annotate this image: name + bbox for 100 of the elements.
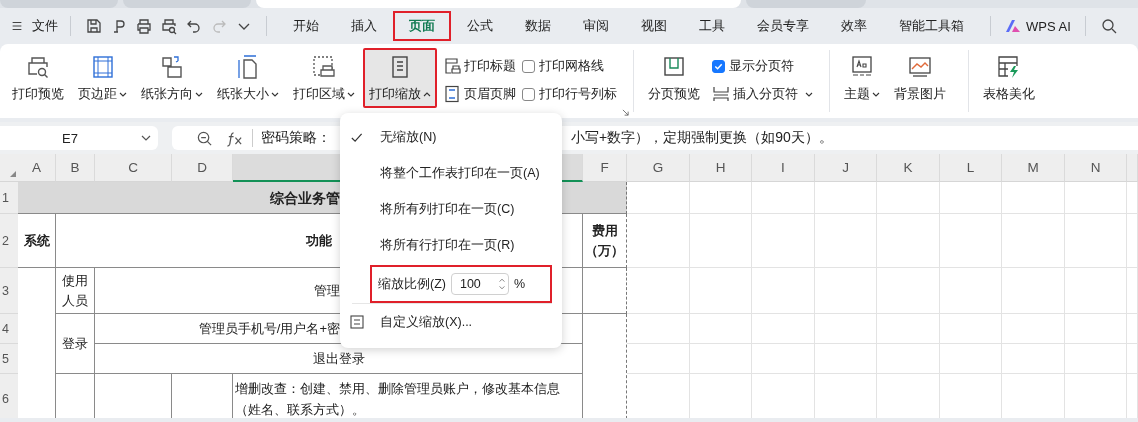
grid-cell[interactable] bbox=[1065, 182, 1127, 214]
grid-cell[interactable] bbox=[1127, 182, 1138, 214]
grid-cell[interactable] bbox=[940, 314, 1002, 344]
ribbon-tab[interactable]: 数据 bbox=[509, 11, 567, 41]
ribbon-button[interactable]: 纸张大小 bbox=[211, 48, 285, 108]
ribbon-button[interactable]: 页边距 bbox=[72, 48, 133, 108]
ribbon-tab[interactable]: 开始 bbox=[277, 11, 335, 41]
column-header[interactable]: J bbox=[815, 154, 877, 182]
ribbon-tab[interactable]: 审阅 bbox=[567, 11, 625, 41]
row-header[interactable]: 2 bbox=[0, 214, 18, 268]
grid-cell[interactable] bbox=[1002, 314, 1065, 344]
search-icon[interactable] bbox=[1099, 17, 1118, 35]
table-cell[interactable]: 增删改查：创建、禁用、删除管理员账户，修改基本信息（姓名、联系方式）。 bbox=[233, 374, 583, 418]
grid-cell[interactable] bbox=[815, 268, 877, 314]
ribbon-button[interactable]: 主题 bbox=[838, 48, 886, 108]
grid-cell[interactable] bbox=[1127, 214, 1138, 268]
grid-cell[interactable] bbox=[690, 214, 752, 268]
ribbon-tab[interactable]: 视图 bbox=[625, 11, 683, 41]
column-header[interactable]: A bbox=[18, 154, 56, 182]
grid-cell[interactable] bbox=[1002, 214, 1065, 268]
checkbox-option[interactable]: 打印行号列标 bbox=[522, 82, 617, 106]
column-header[interactable] bbox=[1127, 154, 1138, 182]
grid-cell[interactable] bbox=[877, 214, 940, 268]
ai-button[interactable]: WPS AI bbox=[1001, 18, 1075, 34]
grid-cell[interactable] bbox=[752, 314, 815, 344]
grid-cell[interactable] bbox=[815, 214, 877, 268]
ribbon-button[interactable]: 纸张方向 bbox=[135, 48, 209, 108]
print-icon[interactable] bbox=[134, 17, 153, 35]
name-box[interactable]: E7 bbox=[0, 126, 158, 150]
grid-cell[interactable] bbox=[690, 268, 752, 314]
column-header[interactable]: M bbox=[1002, 154, 1065, 182]
document-tab[interactable] bbox=[0, 0, 118, 8]
scale-input[interactable]: 100 bbox=[450, 273, 509, 295]
grid-cell[interactable] bbox=[690, 344, 752, 374]
grid-cell[interactable] bbox=[1002, 268, 1065, 314]
document-tab[interactable] bbox=[123, 0, 251, 8]
row-header[interactable]: 4 bbox=[0, 314, 18, 344]
document-tab[interactable] bbox=[746, 0, 866, 8]
column-header[interactable]: N bbox=[1065, 154, 1127, 182]
row-header[interactable]: 1 bbox=[0, 182, 18, 214]
grid-cell[interactable] bbox=[815, 182, 877, 214]
column-header[interactable]: L bbox=[940, 154, 1002, 182]
ribbon-tab[interactable]: 公式 bbox=[451, 11, 509, 41]
grid-cell[interactable] bbox=[940, 268, 1002, 314]
ribbon-button[interactable]: 页眉页脚 bbox=[443, 82, 516, 106]
select-all-icon[interactable] bbox=[10, 171, 16, 177]
ribbon-button[interactable]: 分页预览 bbox=[642, 48, 706, 108]
row-header[interactable]: 6 bbox=[0, 374, 18, 418]
grid-cell[interactable] bbox=[1127, 344, 1138, 374]
grid-cell[interactable] bbox=[1127, 268, 1138, 314]
menu-item[interactable]: 将所有行打印在一页(R) bbox=[340, 227, 562, 263]
grid-cell[interactable] bbox=[752, 182, 815, 214]
table-cell[interactable]: 费用（万） bbox=[583, 214, 627, 268]
chevron-down-icon[interactable] bbox=[140, 134, 152, 142]
grid-cell[interactable] bbox=[877, 314, 940, 344]
ribbon-button[interactable]: 背景图片 bbox=[888, 48, 952, 108]
ribbon-button[interactable]: 打印缩放 bbox=[363, 48, 437, 108]
grid-cell[interactable] bbox=[877, 182, 940, 214]
grid-cell[interactable] bbox=[815, 344, 877, 374]
menu-icon[interactable] bbox=[10, 19, 24, 33]
row-header[interactable]: 5 bbox=[0, 344, 18, 374]
checkbox-option[interactable]: 打印网格线 bbox=[522, 54, 617, 78]
column-header[interactable]: G bbox=[627, 154, 690, 182]
ribbon-button[interactable]: 表格美化 bbox=[977, 48, 1041, 108]
table-cell[interactable]: 退出登录 bbox=[95, 344, 583, 374]
grid-cell[interactable] bbox=[877, 344, 940, 374]
grid-cell[interactable] bbox=[1127, 314, 1138, 344]
grid-cell[interactable] bbox=[940, 214, 1002, 268]
ribbon-tab[interactable]: 会员专享 bbox=[741, 11, 825, 41]
checkbox[interactable] bbox=[712, 59, 725, 73]
grid-cell[interactable] bbox=[1065, 214, 1127, 268]
column-header[interactable]: B bbox=[56, 154, 95, 182]
checkbox[interactable] bbox=[522, 59, 535, 73]
column-header[interactable]: I bbox=[752, 154, 815, 182]
row-header[interactable]: 3 bbox=[0, 268, 18, 314]
column-header[interactable]: H bbox=[690, 154, 752, 182]
print-preview-icon[interactable] bbox=[159, 17, 178, 35]
column-header[interactable]: D bbox=[172, 154, 233, 182]
checkbox[interactable] bbox=[522, 87, 535, 101]
table-cell[interactable]: 系统 bbox=[18, 214, 56, 268]
ribbon-tab[interactable]: 效率 bbox=[825, 11, 883, 41]
grid-cell[interactable] bbox=[1065, 314, 1127, 344]
grid-cell[interactable] bbox=[1065, 344, 1127, 374]
grid-cell[interactable] bbox=[690, 314, 752, 344]
grid-cell[interactable] bbox=[815, 314, 877, 344]
ribbon-tab[interactable]: 智能工具箱 bbox=[883, 11, 980, 41]
ribbon-tab[interactable]: 插入 bbox=[335, 11, 393, 41]
grid-cell[interactable] bbox=[752, 214, 815, 268]
ribbon-tab[interactable]: 工具 bbox=[683, 11, 741, 41]
grid-cell[interactable] bbox=[1002, 182, 1065, 214]
table-cell[interactable] bbox=[583, 268, 627, 314]
ribbon-button[interactable]: 打印标题 bbox=[443, 54, 516, 78]
grid-cell[interactable] bbox=[690, 182, 752, 214]
grid-cell[interactable] bbox=[877, 268, 940, 314]
ribbon-button[interactable]: 打印预览 bbox=[6, 48, 70, 108]
grid-cell[interactable] bbox=[752, 268, 815, 314]
dialog-launcher-icon[interactable] bbox=[622, 109, 629, 116]
column-header[interactable]: C bbox=[95, 154, 172, 182]
zoom-out-icon[interactable] bbox=[196, 129, 213, 147]
ribbon-button[interactable]: 打印区域 bbox=[287, 48, 361, 108]
